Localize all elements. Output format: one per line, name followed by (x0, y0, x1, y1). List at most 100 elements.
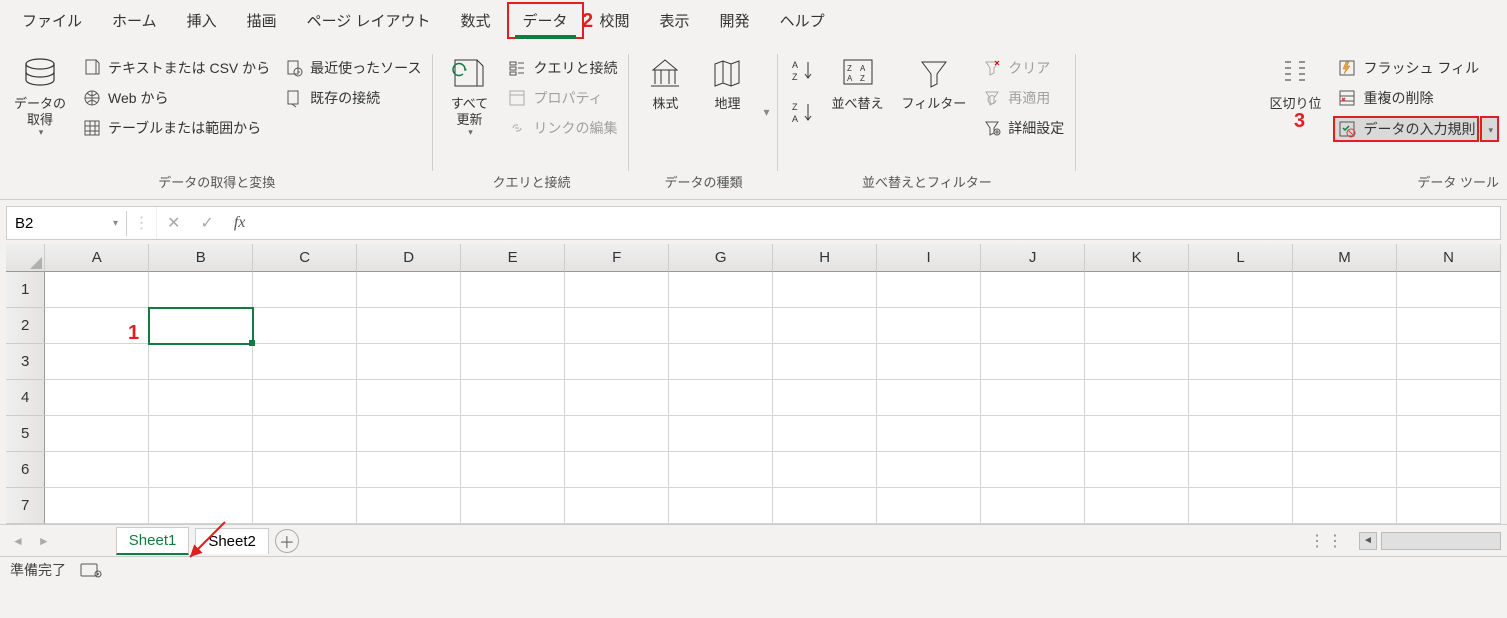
macro-record-icon[interactable] (80, 561, 102, 579)
cell[interactable] (253, 272, 357, 308)
col-header[interactable]: E (461, 244, 565, 272)
cell[interactable] (357, 272, 461, 308)
cell[interactable] (149, 272, 253, 308)
sort-asc-button[interactable]: AZ (786, 56, 820, 86)
cell[interactable] (877, 488, 981, 524)
cell[interactable] (877, 308, 981, 344)
cell[interactable] (877, 416, 981, 452)
cell[interactable] (877, 272, 981, 308)
cell[interactable] (565, 272, 669, 308)
reapply-button[interactable]: 再適用 (978, 86, 1068, 110)
cell[interactable] (1189, 416, 1293, 452)
remove-duplicates-button[interactable]: 重複の削除 (1333, 86, 1499, 110)
cell[interactable] (1293, 272, 1397, 308)
cell[interactable] (461, 308, 565, 344)
col-header[interactable]: A (45, 244, 149, 272)
from-table-button[interactable]: テーブルまたは範囲から (78, 116, 274, 140)
stocks-button[interactable]: 株式 (637, 52, 693, 114)
get-data-button[interactable]: データの 取得 ▾ (8, 52, 72, 140)
horizontal-scrollbar[interactable] (1381, 532, 1501, 550)
data-validation-button[interactable]: データの入力規則 (1333, 116, 1479, 142)
cell[interactable] (253, 488, 357, 524)
text-to-columns-button[interactable]: 区切り位 (1263, 52, 1327, 114)
enter-formula-button[interactable]: ✓ (190, 213, 223, 233)
cell[interactable] (669, 344, 773, 380)
cell[interactable] (1189, 452, 1293, 488)
cell[interactable] (1397, 308, 1501, 344)
cell[interactable] (773, 452, 877, 488)
cell[interactable] (149, 452, 253, 488)
col-header[interactable]: H (773, 244, 877, 272)
cell[interactable] (45, 272, 149, 308)
cell[interactable] (773, 272, 877, 308)
sort-button[interactable]: ZAAZ 並べ替え (826, 52, 890, 114)
sheet-nav-prev[interactable]: ◄ (8, 534, 28, 548)
cell[interactable] (253, 416, 357, 452)
cell[interactable] (253, 344, 357, 380)
col-header[interactable]: K (1085, 244, 1189, 272)
name-box[interactable]: B2 ▾ (7, 211, 127, 236)
cell[interactable] (773, 344, 877, 380)
formula-input[interactable] (255, 211, 1500, 236)
col-header[interactable]: N (1397, 244, 1501, 272)
cell[interactable] (1085, 272, 1189, 308)
col-header[interactable]: D (357, 244, 461, 272)
cell[interactable] (149, 308, 253, 344)
menu-help[interactable]: ヘルプ (766, 4, 839, 37)
cell[interactable] (773, 308, 877, 344)
cell[interactable] (877, 452, 981, 488)
cell[interactable] (981, 416, 1085, 452)
properties-button[interactable]: プロパティ (503, 86, 621, 110)
menu-view[interactable]: 表示 (646, 4, 704, 37)
cell[interactable] (981, 452, 1085, 488)
cell[interactable] (1397, 416, 1501, 452)
cell[interactable] (461, 344, 565, 380)
menu-developer[interactable]: 開発 (706, 4, 764, 37)
cell[interactable] (1189, 308, 1293, 344)
cell[interactable] (1189, 272, 1293, 308)
row-header[interactable]: 1 (6, 272, 45, 308)
existing-connections-button[interactable]: 既存の接続 (280, 86, 425, 110)
cell[interactable] (981, 488, 1085, 524)
cell[interactable] (669, 272, 773, 308)
cell[interactable] (1293, 488, 1397, 524)
cell[interactable] (1397, 344, 1501, 380)
cell[interactable] (565, 308, 669, 344)
cell[interactable] (669, 416, 773, 452)
cell[interactable] (773, 380, 877, 416)
cell[interactable] (877, 344, 981, 380)
cell[interactable] (357, 344, 461, 380)
cell[interactable] (1085, 380, 1189, 416)
from-text-csv-button[interactable]: テキストまたは CSV から (78, 56, 274, 80)
cell[interactable] (669, 308, 773, 344)
cell[interactable] (565, 488, 669, 524)
cell[interactable] (149, 380, 253, 416)
row-header[interactable]: 6 (6, 452, 45, 488)
cell[interactable] (1085, 308, 1189, 344)
cell[interactable] (149, 344, 253, 380)
cell[interactable] (1085, 452, 1189, 488)
col-header[interactable]: I (877, 244, 981, 272)
menu-draw[interactable]: 描画 (233, 4, 291, 37)
cell[interactable] (1189, 380, 1293, 416)
cell[interactable] (357, 308, 461, 344)
col-header[interactable]: C (253, 244, 357, 272)
cell[interactable] (1085, 416, 1189, 452)
cell[interactable] (45, 344, 149, 380)
cell[interactable] (1397, 272, 1501, 308)
col-header[interactable]: J (981, 244, 1085, 272)
queries-connections-button[interactable]: クエリと接続 (503, 56, 621, 80)
cell[interactable] (981, 308, 1085, 344)
menu-formulas[interactable]: 数式 (446, 4, 504, 37)
cell[interactable] (253, 380, 357, 416)
cell[interactable] (461, 488, 565, 524)
col-header[interactable]: B (149, 244, 253, 272)
cell[interactable] (981, 344, 1085, 380)
geography-button[interactable]: 地理 (699, 52, 755, 114)
cell[interactable] (1189, 344, 1293, 380)
menu-page-layout[interactable]: ページ レイアウト (293, 4, 445, 37)
cell[interactable] (877, 380, 981, 416)
cell[interactable] (1085, 488, 1189, 524)
sort-desc-button[interactable]: ZA (786, 98, 820, 128)
cell[interactable] (45, 380, 149, 416)
